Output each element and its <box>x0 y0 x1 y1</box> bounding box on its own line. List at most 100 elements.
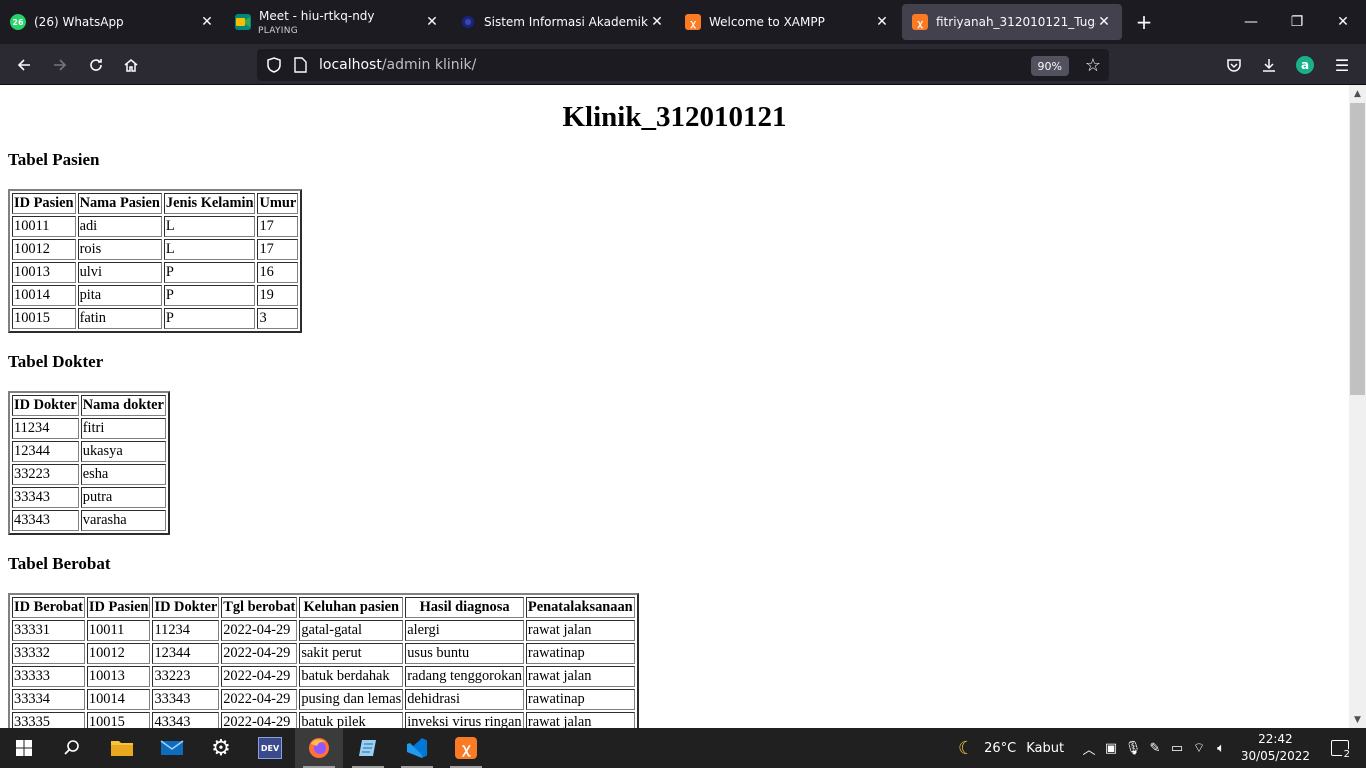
chevron-up-icon[interactable]: ︿ <box>1078 739 1100 758</box>
table-cell: batuk pilek <box>299 712 404 728</box>
table-cell: gatal-gatal <box>299 620 404 641</box>
table-cell: 2022-04-29 <box>221 666 298 687</box>
table-row: 12344 ukasya <box>12 441 166 462</box>
menu-button[interactable]: ☰ <box>1327 50 1357 80</box>
notification-count: 2 <box>1341 749 1352 760</box>
table-cell: rawat jalan <box>525 666 635 687</box>
page-info-icon[interactable] <box>293 57 307 77</box>
column-header: Nama Pasien <box>77 193 162 214</box>
table-cell: P <box>163 285 256 306</box>
table-cell: pusing dan lemas <box>299 689 404 710</box>
address-bar[interactable]: localhost/admin klinik/ 90% ☆ <box>257 49 1109 81</box>
reload-icon <box>90 59 102 71</box>
table-row: 10013 ulvi P 16 <box>12 262 299 283</box>
tab-xampp[interactable]: ꭓ Welcome to XAMPP ✕ <box>675 0 900 44</box>
section-heading-dokter: Tabel Dokter <box>8 352 104 371</box>
close-icon[interactable]: ✕ <box>1096 14 1112 30</box>
weather-widget[interactable]: ☾ 26°C Kabut <box>958 728 1064 768</box>
table-cell: 10013 <box>12 262 76 283</box>
taskbar-xampp[interactable]: ꭓ <box>442 728 490 768</box>
table-cell: 2022-04-29 <box>221 689 298 710</box>
pen-icon[interactable]: ✎ <box>1144 741 1166 756</box>
forward-button[interactable] <box>45 50 75 80</box>
wifi-icon[interactable]: ⌔ <box>1188 740 1210 756</box>
table-cell: 33333 <box>12 666 85 687</box>
mail-icon <box>160 740 184 755</box>
battery-icon[interactable]: ▭ <box>1166 741 1188 756</box>
table-cell: 10014 <box>86 689 151 710</box>
table-row: 10014 pita P 19 <box>12 285 299 306</box>
table-cell: 3 <box>257 308 299 329</box>
home-button[interactable] <box>116 50 146 80</box>
restore-button[interactable]: ❐ <box>1274 0 1320 44</box>
scroll-down-arrow[interactable]: ▼ <box>1349 711 1366 728</box>
close-icon[interactable]: ✕ <box>874 14 890 30</box>
tab-sistem-informasi[interactable]: Sistem Informasi Akademik ✕ <box>450 0 675 44</box>
taskbar-file-explorer[interactable] <box>98 728 146 768</box>
new-tab-button[interactable]: + <box>1122 0 1166 44</box>
table-cell: rois <box>77 239 162 260</box>
tab-title: Welcome to XAMPP <box>709 15 825 29</box>
zoom-level-button[interactable]: 90% <box>1030 56 1069 76</box>
table-cell: 2022-04-29 <box>221 643 298 664</box>
tab-title: Sistem Informasi Akademik <box>484 15 648 29</box>
table-cell: L <box>163 216 256 237</box>
column-header: ID Pasien <box>12 193 76 214</box>
dev-icon: DEV <box>258 737 282 759</box>
table-cell: putra <box>80 487 166 508</box>
table-cell: ulvi <box>77 262 162 283</box>
clock[interactable]: 22:42 30/05/2022 <box>1241 731 1310 765</box>
tab-tugas-active[interactable]: ꭓ fitriyanah_312010121_Tugas Pert ✕ <box>902 4 1122 40</box>
close-icon[interactable]: ✕ <box>199 14 215 30</box>
folder-icon <box>111 741 133 756</box>
url-text[interactable]: localhost/admin klinik/ <box>319 57 476 73</box>
downloads-button[interactable] <box>1254 50 1284 80</box>
close-window-button[interactable]: ✕ <box>1320 0 1366 44</box>
account-button[interactable]: a <box>1290 50 1320 80</box>
search-button[interactable] <box>48 728 96 768</box>
table-header-row: ID Pasien Nama Pasien Jenis Kelamin Umur <box>12 193 299 214</box>
close-icon[interactable]: ✕ <box>649 14 665 30</box>
section-heading-berobat: Tabel Berobat <box>8 554 111 573</box>
minimize-button[interactable]: — <box>1228 0 1274 44</box>
start-button[interactable] <box>0 728 48 768</box>
taskbar-firefox[interactable] <box>295 728 343 768</box>
vertical-scrollbar[interactable]: ▲ ▼ <box>1349 85 1366 728</box>
speaker-muted-icon[interactable]: 🔈︎ <box>1210 741 1232 756</box>
microphone-icon[interactable]: 🎙︎ <box>1122 741 1144 756</box>
column-header: Penatalaksanaan <box>525 597 635 618</box>
taskbar-dev-app[interactable]: DEV <box>246 728 294 768</box>
system-tray: ︿ ▣ 🎙︎ ✎ ▭ ⌔ 🔈︎ <box>1078 728 1232 768</box>
avatar: a <box>1296 56 1314 74</box>
xampp-icon: ꭓ <box>685 14 701 30</box>
shield-icon[interactable] <box>265 56 283 78</box>
tab-meet[interactable]: Meet - hiu-rtkq-ndy PLAYING ✕ <box>225 0 450 44</box>
back-button[interactable] <box>9 50 39 80</box>
search-icon <box>64 740 79 755</box>
reload-button[interactable] <box>81 50 111 80</box>
star-icon[interactable]: ☆ <box>1085 55 1101 76</box>
table-cell: 11234 <box>152 620 220 641</box>
table-cell: 33334 <box>12 689 85 710</box>
tab-whatsapp[interactable]: 26 (26) WhatsApp ✕ <box>0 0 225 44</box>
notification-center-button[interactable]: 2 <box>1328 738 1352 760</box>
table-cell: pita <box>77 285 162 306</box>
pocket-icon <box>1227 59 1241 72</box>
table-cell: P <box>163 262 256 283</box>
meet-now-icon[interactable]: ▣ <box>1100 741 1122 756</box>
gear-icon: ⚙ <box>211 735 231 761</box>
taskbar-vscode[interactable] <box>393 728 441 768</box>
table-cell: alergi <box>405 620 524 641</box>
clock-date: 30/05/2022 <box>1240 749 1310 763</box>
close-icon[interactable]: ✕ <box>424 14 440 30</box>
scroll-up-arrow[interactable]: ▲ <box>1349 85 1366 102</box>
scrollbar-thumb[interactable] <box>1350 103 1365 395</box>
tab-title: (26) WhatsApp <box>34 15 124 29</box>
tab-playing-label: PLAYING <box>258 26 299 36</box>
taskbar-settings[interactable]: ⚙ <box>197 728 245 768</box>
column-header: Tgl berobat <box>221 597 298 618</box>
taskbar-mail[interactable] <box>148 728 196 768</box>
pocket-button[interactable] <box>1219 50 1249 80</box>
table-berobat: ID Berobat ID Pasien ID Dokter Tgl berob… <box>8 593 639 728</box>
taskbar-notepad[interactable] <box>344 728 392 768</box>
